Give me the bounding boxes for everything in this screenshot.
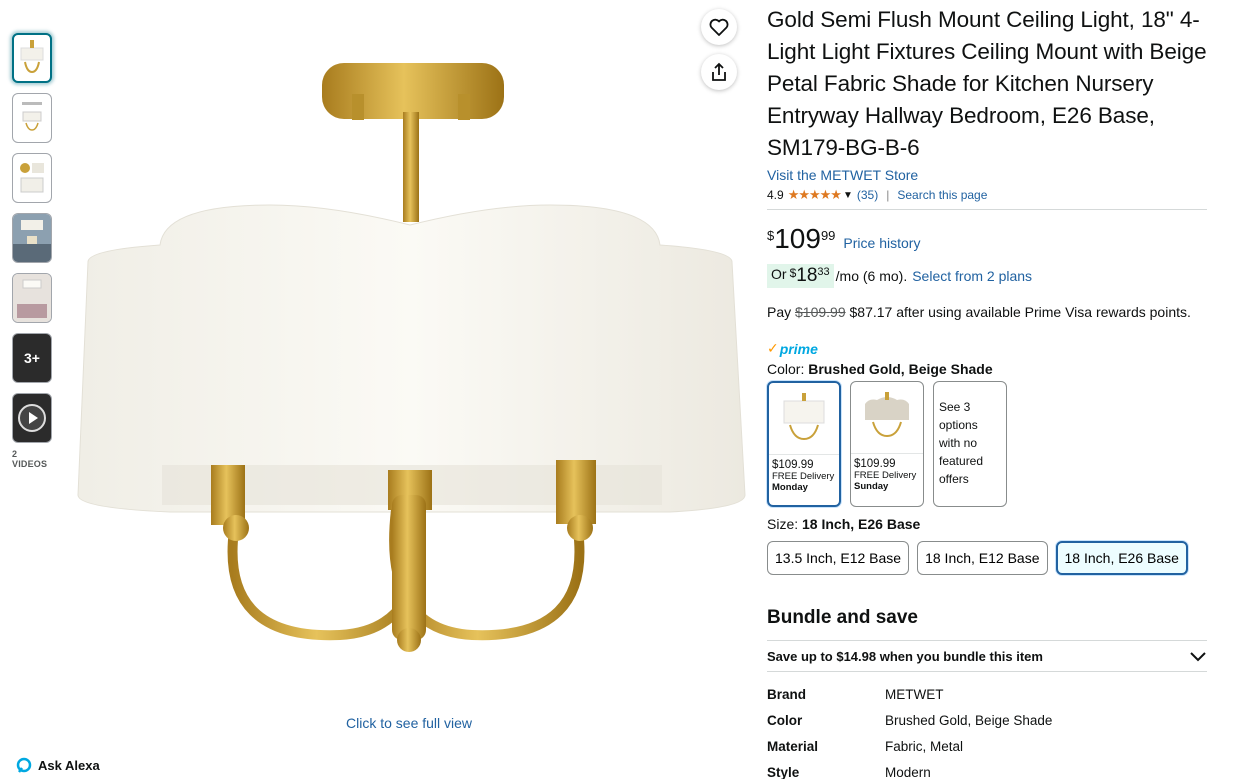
spec-key: Style	[767, 764, 800, 779]
price: $ 109 99 Price history	[767, 224, 1207, 254]
share-button[interactable]	[701, 54, 737, 90]
separator: |	[886, 188, 890, 202]
ask-alexa-button[interactable]: Ask Alexa	[16, 757, 100, 773]
store-link[interactable]: Visit the METWET Store	[767, 167, 1207, 183]
swatch-image	[851, 382, 923, 454]
ask-alexa-label: Ask Alexa	[38, 757, 100, 773]
size-option-18-e26[interactable]: 18 Inch, E26 Base	[1055, 541, 1188, 575]
chevron-down-icon[interactable]: ▼	[843, 190, 853, 201]
see-more-options[interactable]: See 3 options with no featured offers	[933, 381, 1007, 507]
rating-row: 4.9 ★★★★★ ▼ (35) | Search this page	[767, 187, 1207, 203]
color-label: Color: Brushed Gold, Beige Shade	[767, 361, 1207, 377]
size-prefix: Size:	[767, 516, 799, 532]
swatch-price: $109.99	[854, 458, 896, 470]
spec-table: Brand METWET Color Brushed Gold, Beige S…	[767, 681, 1207, 779]
pay-prefix: Pay	[767, 304, 792, 320]
add-to-list-button[interactable]	[701, 9, 737, 45]
thumbnail-1[interactable]	[12, 33, 52, 83]
monthly-fraction: 33	[817, 266, 830, 278]
color-swatch-brushed-gold[interactable]: $109.99 FREE Delivery Monday	[767, 381, 841, 507]
star-rating-icon[interactable]: ★★★★★	[788, 187, 842, 203]
more-images-count: 3+	[24, 350, 40, 366]
monthly-symbol: $	[789, 266, 797, 280]
size-value: 18 Inch, E26 Base	[802, 516, 921, 532]
video-thumbnail[interactable]	[12, 393, 52, 443]
bundle-save-text: Save up to $14.98 when you bundle this i…	[767, 648, 1043, 664]
spec-key: Brand	[767, 686, 807, 702]
price-fraction: 99	[820, 228, 836, 243]
size-option-13-5-e12[interactable]: 13.5 Inch, E12 Base	[767, 541, 910, 575]
old-price: $109.99	[795, 304, 846, 320]
thumbnail-strip: 3+ 2 VIDEOS	[12, 33, 54, 469]
thumbnail-4[interactable]	[12, 213, 52, 263]
swatch-delivery: FREE Delivery	[854, 470, 917, 481]
color-swatches: $109.99 FREE Delivery Monday $109.99 FRE…	[767, 381, 1207, 507]
thumbnail-5[interactable]	[12, 273, 52, 323]
pay-rest: $87.17 after using available Prime Visa …	[849, 304, 1191, 320]
rating-value: 4.9	[767, 188, 784, 202]
or-label: Or	[771, 266, 787, 282]
color-swatch-beige[interactable]: $109.99 FREE Delivery Sunday	[850, 381, 924, 507]
full-view-link[interactable]: Click to see full view	[346, 715, 472, 731]
product-details: Gold Semi Flush Mount Ceiling Light, 18"…	[767, 4, 1207, 779]
spec-value: Fabric, Metal	[885, 738, 964, 754]
color-prefix: Color:	[767, 361, 805, 377]
spec-row: Style Modern	[767, 759, 1207, 779]
prime-label: prime	[779, 340, 818, 357]
main-product-image[interactable]	[70, 40, 750, 680]
thumbnail-2[interactable]	[12, 93, 52, 143]
monthly-term: /mo (6 mo).	[835, 268, 908, 284]
spec-value: Modern	[885, 764, 931, 779]
heart-icon	[709, 18, 729, 36]
share-icon	[712, 62, 726, 81]
spec-value: Brushed Gold, Beige Shade	[885, 712, 1053, 728]
prime-badge: ✓ prime	[767, 340, 1207, 357]
play-icon	[18, 404, 46, 432]
bundle-heading: Bundle and save	[767, 607, 918, 628]
monthly-whole: 18	[796, 265, 818, 286]
product-title: Gold Semi Flush Mount Ceiling Light, 18"…	[767, 7, 1207, 160]
chevron-down-icon	[1190, 652, 1206, 662]
swatch-delivery-day: Sunday	[854, 481, 889, 492]
size-options: 13.5 Inch, E12 Base 18 Inch, E12 Base 18…	[767, 541, 1207, 575]
spec-key: Color	[767, 712, 803, 728]
swatch-image	[769, 383, 839, 455]
reviews-count-link[interactable]: (35)	[857, 188, 878, 202]
spec-value: METWET	[885, 686, 944, 702]
alexa-icon	[16, 757, 32, 773]
select-plans-link[interactable]: Select from 2 plans	[912, 268, 1032, 284]
spec-row: Material Fabric, Metal	[767, 733, 1207, 759]
prime-visa-offer: Pay $109.99 $87.17 after using available…	[767, 304, 1207, 320]
swatch-price: $109.99	[772, 459, 814, 471]
swatch-delivery-day: Monday	[772, 482, 808, 493]
divider	[767, 209, 1207, 210]
spec-key: Material	[767, 738, 819, 754]
thumbnail-3[interactable]	[12, 153, 52, 203]
price-whole: 109	[774, 223, 821, 254]
videos-label: 2 VIDEOS	[12, 449, 48, 469]
prime-check-icon: ✓	[767, 340, 779, 356]
spec-row: Brand METWET	[767, 681, 1207, 707]
monthly-price-badge: Or $ 18 33	[767, 264, 834, 288]
bundle-expander[interactable]: Save up to $14.98 when you bundle this i…	[767, 640, 1207, 672]
swatch-delivery: FREE Delivery	[772, 471, 835, 482]
spec-row: Color Brushed Gold, Beige Shade	[767, 707, 1207, 733]
monthly-payment: Or $ 18 33 /mo (6 mo). Select from 2 pla…	[767, 264, 1207, 288]
size-label: Size: 18 Inch, E26 Base	[767, 516, 1207, 532]
size-option-18-e12[interactable]: 18 Inch, E12 Base	[917, 541, 1048, 575]
color-value: Brushed Gold, Beige Shade	[808, 361, 993, 377]
price-history-link[interactable]: Price history	[843, 235, 920, 251]
more-images-thumbnail[interactable]: 3+	[12, 333, 52, 383]
price-symbol: $	[767, 228, 775, 243]
search-page-link[interactable]: Search this page	[897, 188, 987, 202]
